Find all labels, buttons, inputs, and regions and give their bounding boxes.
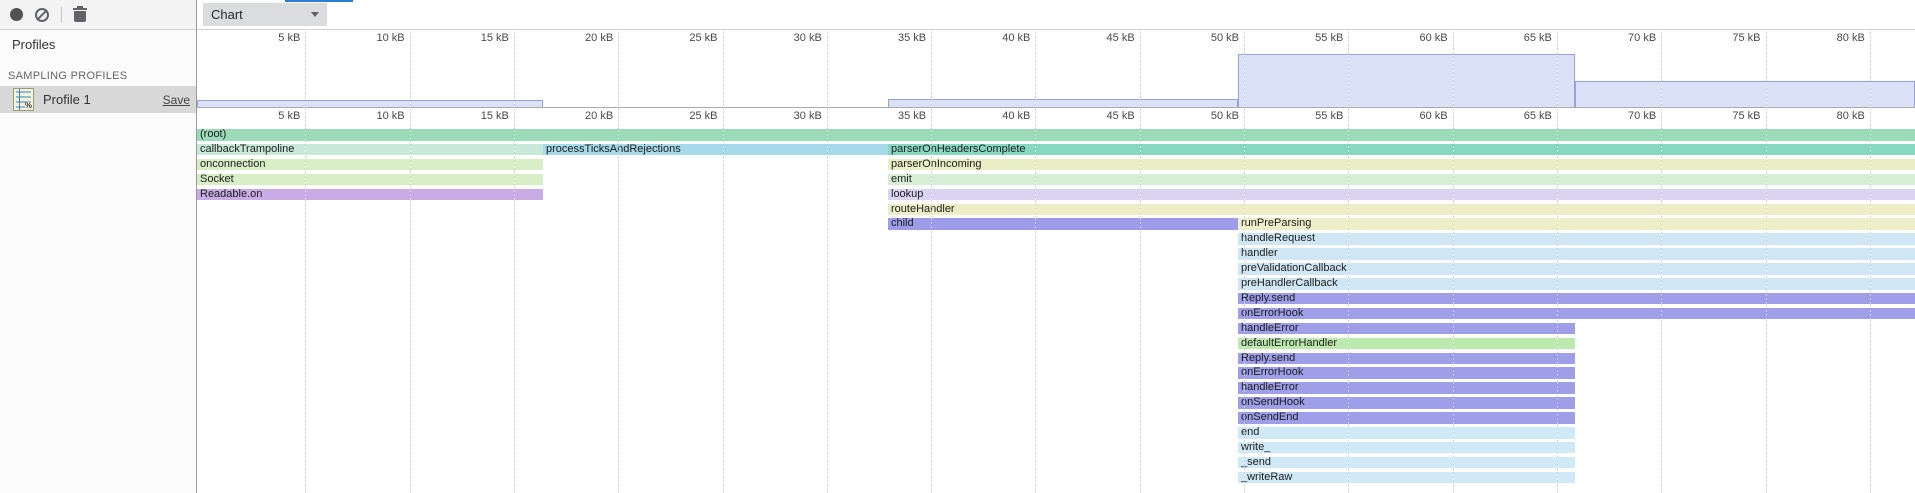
ruler-tick-label: 45 kB [1075, 32, 1135, 44]
flame-bar-handleerror[interactable]: handleError [1238, 382, 1575, 394]
view-mode-value: Chart [211, 7, 311, 22]
flame-bar-runpreparsing[interactable]: runPreParsing [1238, 218, 1915, 230]
ruler-tick-label: 20 kB [553, 32, 613, 44]
flame-bar-end[interactable]: end [1238, 427, 1575, 439]
flame-bar-onsendend[interactable]: onSendEnd [1238, 412, 1575, 424]
ruler-tick-label: 10 kB [345, 110, 405, 122]
memory-profiler-panel: Profiles SAMPLING PROFILES % Profile 1 S… [0, 0, 1915, 493]
ruler-tick-label: 40 kB [970, 110, 1030, 122]
ruler-tick-label: 5 kB [240, 110, 300, 122]
flame-bar-emit[interactable]: emit [888, 174, 1915, 186]
active-tab-indicator [285, 0, 353, 2]
flame-bar-writeraw[interactable]: _writeRaw [1238, 472, 1575, 484]
profiler-chart-pane: Chart 5 kB 10 kB 15 kB 20 kB 25 kB 30 kB 35 kB… [197, 0, 1915, 493]
ruler-tick-label: 15 kB [449, 32, 509, 44]
flame-bar-reply-send[interactable]: Reply.send [1238, 293, 1915, 305]
ruler-tick-label: 70 kB [1596, 32, 1656, 44]
flame-bar-handleerror[interactable]: handleError [1238, 323, 1575, 335]
save-link[interactable]: Save [163, 93, 190, 107]
profile-document-icon: % [13, 88, 34, 111]
clear-profiles-icon[interactable] [35, 8, 49, 22]
ruler-tick-label: 30 kB [762, 32, 822, 44]
flame-bar-readable-on[interactable]: Readable.on [197, 189, 543, 201]
ruler-tick-label: 45 kB [1075, 110, 1135, 122]
ruler-tick-label: 35 kB [866, 110, 926, 122]
flame-bar-root[interactable]: (root) [197, 129, 1915, 141]
ruler-tick-label: 5 kB [240, 32, 300, 44]
flame-bar-onsendhook[interactable]: onSendHook [1238, 397, 1575, 409]
ruler-tick-label: 70 kB [1596, 110, 1656, 122]
flame-bar-parseronincoming[interactable]: parserOnIncoming [888, 159, 1915, 171]
flame-bar-send[interactable]: _send [1238, 457, 1575, 469]
flame-bar-parseronheaderscomplete[interactable]: parserOnHeadersComplete [888, 144, 1915, 156]
ruler-tick-label: 60 kB [1388, 32, 1448, 44]
flame-bar-reply-send[interactable]: Reply.send [1238, 353, 1575, 365]
chart-region: 5 kB 10 kB 15 kB 20 kB 25 kB 30 kB 35 kB 40 kB 4… [197, 30, 1915, 493]
flame-bar-child[interactable]: child [888, 218, 1238, 230]
flame-bar-socket[interactable]: Socket [197, 174, 543, 186]
flame-bar-handlerequest[interactable]: handleRequest [1238, 233, 1915, 245]
ruler-tick-label: 55 kB [1283, 32, 1343, 44]
ruler-tick-label: 80 kB [1805, 32, 1865, 44]
profiles-sidebar: Profiles SAMPLING PROFILES % Profile 1 S… [0, 0, 197, 493]
ruler-tick-label: 25 kB [658, 32, 718, 44]
chevron-down-icon [311, 12, 319, 17]
ruler-tick-label: 15 kB [449, 110, 509, 122]
flame-bar-prevalidationcallback[interactable]: preValidationCallback [1238, 263, 1915, 275]
flame-bar-write[interactable]: write_ [1238, 442, 1575, 454]
profiles-toolbar [0, 0, 196, 30]
flame-bar-lookup[interactable]: lookup [888, 189, 1915, 201]
panel-title: Profiles [12, 37, 55, 52]
view-mode-select[interactable]: Chart [203, 3, 327, 26]
flame-bar-defaulterrorhandler[interactable]: defaultErrorHandler [1238, 338, 1575, 350]
ruler-tick-label: 10 kB [345, 32, 405, 44]
ruler-tick-label: 65 kB [1492, 32, 1552, 44]
ruler-tick-label: 20 kB [553, 110, 613, 122]
ruler-tick-label: 80 kB [1805, 110, 1865, 122]
flame-bar-prehandlercallback[interactable]: preHandlerCallback [1238, 278, 1915, 290]
flame-bar-routehandler[interactable]: routeHandler [888, 204, 1915, 216]
flame-bar-callbacktrampoline[interactable]: callbackTrampoline [197, 144, 543, 156]
sampling-profiles-section-title: SAMPLING PROFILES [8, 70, 127, 82]
ruler-tick-label: 50 kB [1179, 32, 1239, 44]
memory-ruler-top: 5 kB 10 kB 15 kB 20 kB 25 kB 30 kB 35 kB 40 kB 4… [197, 30, 1915, 46]
overview-step[interactable] [1575, 81, 1915, 107]
flame-bar-onerrorhook[interactable]: onErrorHook [1238, 308, 1915, 320]
ruler-tick-label: 40 kB [970, 32, 1030, 44]
chart-pane-toolbar: Chart [197, 0, 1915, 30]
ruler-tick-label: 25 kB [658, 110, 718, 122]
overview-step[interactable] [197, 100, 543, 107]
toolbar-separator [61, 7, 62, 23]
profile-name: Profile 1 [43, 92, 163, 107]
ruler-tick-label: 75 kB [1701, 110, 1761, 122]
ruler-tick-label: 65 kB [1492, 110, 1552, 122]
ruler-tick-label: 30 kB [762, 110, 822, 122]
ruler-tick-label: 35 kB [866, 32, 926, 44]
trash-icon[interactable] [74, 11, 86, 22]
ruler-tick-label: 55 kB [1283, 110, 1343, 122]
allocation-overview[interactable] [197, 46, 1915, 108]
flame-bar-onconnection[interactable]: onconnection [197, 159, 543, 171]
ruler-tick-label: 75 kB [1701, 32, 1761, 44]
flame-bar-processticksandrejections[interactable]: processTicksAndRejections [543, 144, 888, 156]
flame-chart: (root) callbackTrampolineprocessTicksAndR… [197, 124, 1915, 493]
memory-ruler-bottom: 5 kB 10 kB 15 kB 20 kB 25 kB 30 kB 35 kB 40 kB 4… [197, 108, 1915, 124]
ruler-tick-label: 60 kB [1388, 110, 1448, 122]
flame-bar-onerrorhook[interactable]: onErrorHook [1238, 367, 1575, 379]
profile-list-item[interactable]: % Profile 1 Save [0, 86, 196, 113]
ruler-tick-label: 50 kB [1179, 110, 1239, 122]
flame-bar-handler[interactable]: handler [1238, 248, 1915, 260]
overview-step[interactable] [888, 99, 1238, 107]
record-icon[interactable] [10, 8, 23, 21]
overview-step[interactable] [1238, 54, 1575, 107]
